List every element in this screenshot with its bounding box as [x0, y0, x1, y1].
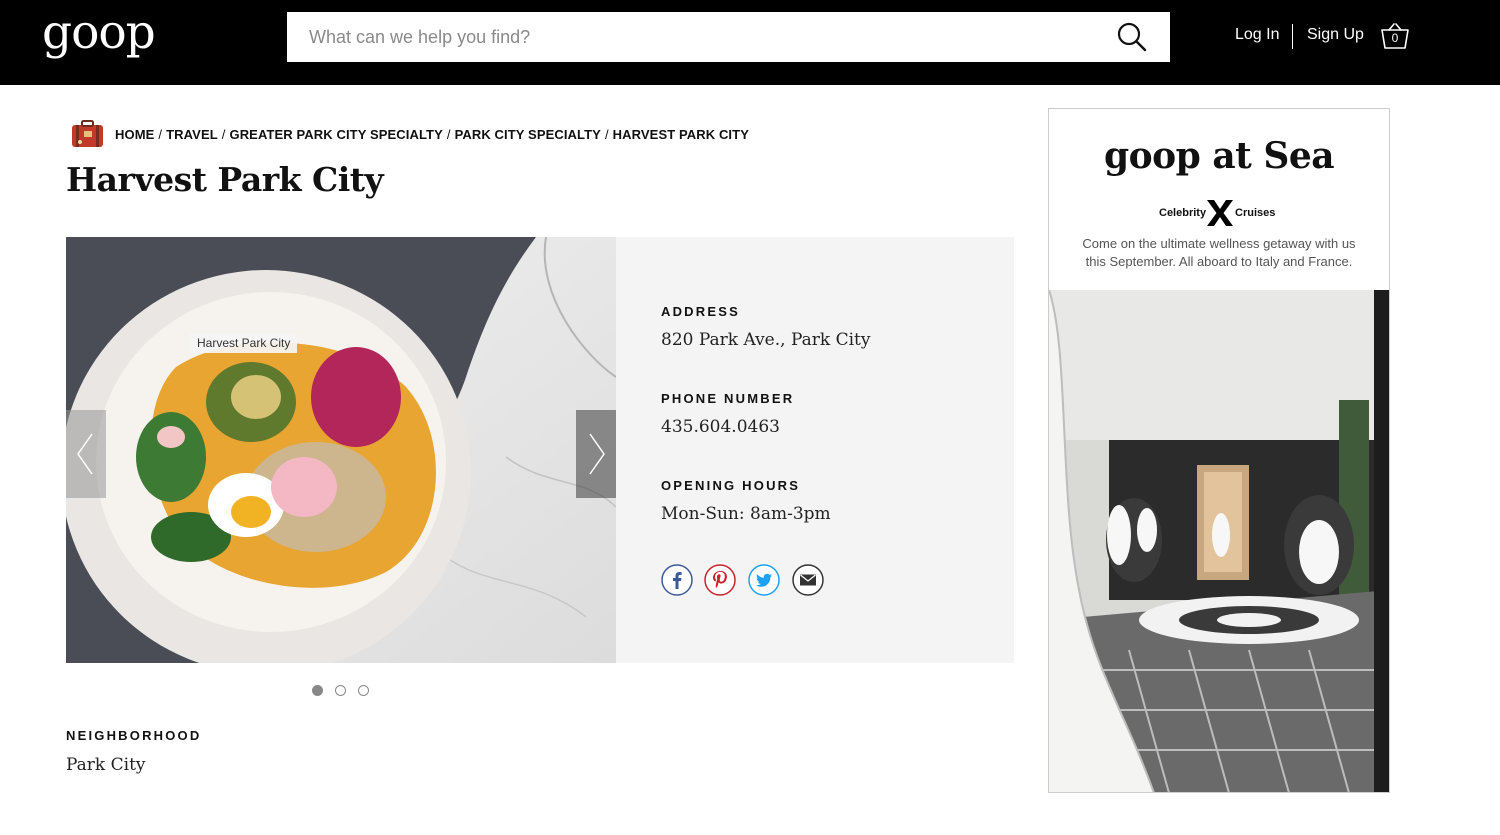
- carousel-dot-3[interactable]: [358, 685, 369, 696]
- carousel-dot-1[interactable]: [312, 685, 323, 696]
- neighborhood-value: Park City: [66, 755, 146, 775]
- chevron-right-icon: [589, 433, 605, 475]
- brand-cruises-text: Cruises: [1235, 207, 1276, 219]
- ad-copy: Come on the ultimate wellness getaway wi…: [1082, 236, 1356, 269]
- cart-button[interactable]: 0: [1380, 22, 1410, 50]
- image-carousel: Harvest Park City: [66, 237, 616, 663]
- cart-count: 0: [1391, 31, 1399, 45]
- phone-value[interactable]: 435.604.0463: [661, 417, 780, 437]
- breadcrumb-separator: /: [446, 127, 451, 142]
- food-bowl-photo: [66, 237, 616, 663]
- ad-title: goop at Sea: [1103, 135, 1335, 177]
- phone-label: PHONE NUMBER: [661, 391, 795, 406]
- facebook-icon[interactable]: [661, 564, 693, 596]
- carousel-dot-2[interactable]: [335, 685, 346, 696]
- breadcrumb-travel[interactable]: TRAVEL: [166, 127, 218, 142]
- neighborhood-label: NEIGHBORHOOD: [66, 728, 202, 743]
- breadcrumb: HOME / TRAVEL / GREATER PARK CITY SPECIALTY /…: [115, 127, 749, 142]
- search-input[interactable]: [287, 12, 1107, 62]
- breadcrumb-harvest-park-city[interactable]: HARVEST PARK CITY: [613, 127, 749, 142]
- brand-celebrity-text: Celebrity: [1159, 207, 1207, 219]
- search-bar: [287, 12, 1170, 62]
- twitter-icon[interactable]: [748, 564, 780, 596]
- breadcrumb-separator: /: [221, 127, 226, 142]
- goop-logo[interactable]: goop: [42, 2, 156, 64]
- chevron-left-icon: [77, 433, 93, 475]
- celebrity-cruises-logo: Celebrity Cruises: [1049, 199, 1389, 227]
- search-icon[interactable]: [1116, 21, 1148, 53]
- celebrity-x-icon: [1207, 200, 1233, 226]
- login-link[interactable]: Log In: [1235, 26, 1279, 44]
- venue-info-panel: ADDRESS 820 Park Ave., Park City PHONE N…: [616, 237, 1014, 663]
- breadcrumb-separator: /: [604, 127, 609, 142]
- breadcrumb-separator: /: [158, 127, 163, 142]
- address-value: 820 Park Ave., Park City: [661, 330, 871, 350]
- image-caption: Harvest Park City: [190, 333, 298, 353]
- top-navigation-bar: goop Log In Sign Up 0: [0, 0, 1500, 85]
- carousel-prev-button[interactable]: [66, 410, 106, 498]
- spa-lounge-photo: [1049, 290, 1389, 792]
- carousel-dots: [312, 685, 382, 699]
- email-icon[interactable]: [792, 564, 824, 596]
- goop-at-sea-ad[interactable]: goop at Sea Celebrity Cruises Come on th…: [1048, 108, 1390, 793]
- signup-link[interactable]: Sign Up: [1307, 26, 1364, 44]
- nav-divider: [1292, 24, 1293, 49]
- page-title: Harvest Park City: [66, 160, 384, 199]
- breadcrumb-home[interactable]: HOME: [115, 127, 154, 142]
- breadcrumb-greater-park-city-specialty[interactable]: GREATER PARK CITY SPECIALTY: [229, 127, 442, 142]
- pinterest-icon[interactable]: [704, 564, 736, 596]
- breadcrumb-park-city-specialty[interactable]: PARK CITY SPECIALTY: [455, 127, 601, 142]
- hours-label: OPENING HOURS: [661, 478, 801, 493]
- suitcase-icon: [72, 120, 103, 147]
- hours-value: Mon-Sun: 8am-3pm: [661, 504, 831, 524]
- address-label: ADDRESS: [661, 304, 740, 319]
- carousel-next-button[interactable]: [576, 410, 616, 498]
